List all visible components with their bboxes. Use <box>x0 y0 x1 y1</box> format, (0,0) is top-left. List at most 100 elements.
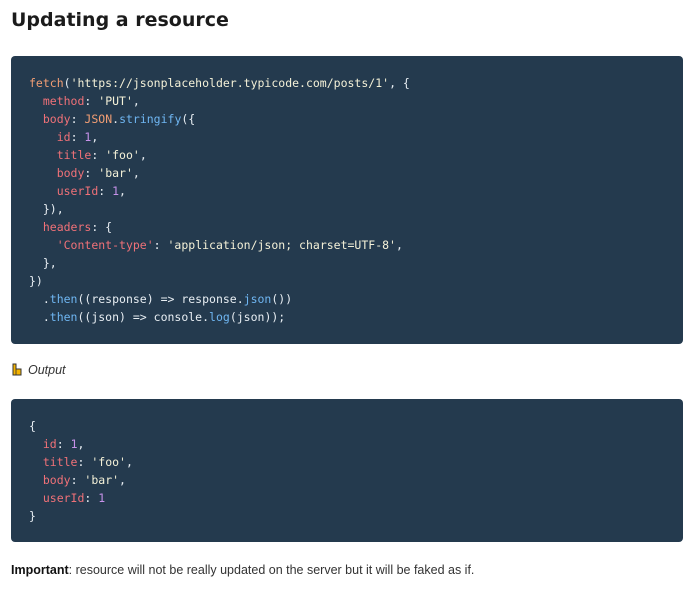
code-token: : <box>70 473 85 487</box>
code-token: , <box>139 148 147 162</box>
code-line: }), <box>29 200 683 218</box>
pointing-hand-icon <box>12 363 22 376</box>
output-label: Output <box>11 363 66 377</box>
code-line: }, <box>29 254 683 272</box>
code-token: : <box>84 491 99 505</box>
code-token: : <box>84 166 99 180</box>
request-code-block[interactable]: fetch('https://jsonplaceholder.typicode.… <box>11 56 683 344</box>
code-token: : <box>153 238 168 252</box>
code-line: id: 1, <box>29 435 683 453</box>
code-token: (json)); <box>229 310 286 324</box>
code-line: userId: 1 <box>29 489 683 507</box>
code-token: , <box>119 184 126 198</box>
code-token: ((response) => response. <box>77 292 244 306</box>
code-token: : { <box>91 220 113 234</box>
output-label-text: Output <box>28 363 66 377</box>
code-token: method <box>42 94 85 108</box>
code-token: then <box>49 310 78 324</box>
code-token: 'foo' <box>105 148 140 162</box>
code-line: fetch('https://jsonplaceholder.typicode.… <box>29 74 683 92</box>
code-token: stringify <box>119 112 182 126</box>
code-token: json <box>243 292 272 306</box>
code-token: 'bar' <box>84 473 120 487</box>
code-token: 'PUT' <box>98 94 133 108</box>
code-token: userId <box>42 491 85 505</box>
code-line: .then((json) => console.log(json)); <box>29 308 683 326</box>
output-code-block[interactable]: { id: 1, title: 'foo', body: 'bar', user… <box>11 399 683 542</box>
page-title: Updating a resource <box>11 9 229 31</box>
code-token: . <box>29 310 50 324</box>
code-token: 'foo' <box>91 455 126 469</box>
code-token: 'bar' <box>98 166 133 180</box>
code-line: } <box>29 507 683 525</box>
code-token: }), <box>29 202 64 216</box>
code-token: ({ <box>181 112 196 126</box>
code-token: : <box>70 112 85 126</box>
code-token: : <box>56 437 71 451</box>
code-token: , <box>132 94 140 108</box>
code-token: , <box>91 130 99 144</box>
code-token: 'application/json; charset=UTF-8' <box>167 238 396 252</box>
code-token: , <box>119 473 126 487</box>
code-token: then <box>49 292 78 306</box>
code-line: id: 1, <box>29 128 683 146</box>
code-token: , <box>395 238 403 252</box>
code-token: }, <box>29 256 57 270</box>
code-token: : <box>70 130 85 144</box>
code-token: , <box>132 166 140 180</box>
important-note: Important: resource will not be really u… <box>11 563 474 577</box>
code-line: method: 'PUT', <box>29 92 683 110</box>
code-line: headers: { <box>29 218 683 236</box>
code-token: body <box>56 166 85 180</box>
code-token: 'Content-type' <box>56 238 154 252</box>
code-token: id <box>56 130 71 144</box>
code-token: 1 <box>98 491 106 505</box>
code-token: 1 <box>112 184 120 198</box>
code-line: body: 'bar', <box>29 164 683 182</box>
code-token: body <box>42 473 71 487</box>
code-token: { <box>29 419 36 433</box>
code-token: JSON <box>84 112 113 126</box>
code-token: ((json) => console. <box>77 310 210 324</box>
code-token: log <box>209 310 230 324</box>
code-line: body: JSON.stringify({ <box>29 110 683 128</box>
code-token: : <box>91 148 106 162</box>
code-token: fetch <box>29 76 64 90</box>
code-line: body: 'bar', <box>29 471 683 489</box>
code-token: title <box>56 148 92 162</box>
code-token: : <box>84 94 99 108</box>
code-token: } <box>29 509 36 523</box>
code-token: 'https://jsonplaceholder.typicode.com/po… <box>70 76 390 90</box>
code-token: body <box>42 112 71 126</box>
code-line: userId: 1, <box>29 182 683 200</box>
code-token: ( <box>63 76 71 90</box>
code-token: id <box>42 437 57 451</box>
code-token: headers <box>42 220 92 234</box>
code-line: title: 'foo', <box>29 453 683 471</box>
code-line: title: 'foo', <box>29 146 683 164</box>
code-token: . <box>29 292 50 306</box>
code-line: 'Content-type': 'application/json; chars… <box>29 236 683 254</box>
code-token: }) <box>29 274 43 288</box>
code-token: title <box>42 455 78 469</box>
code-token: ()) <box>271 292 293 306</box>
code-token: userId <box>56 184 99 198</box>
code-line: }) <box>29 272 683 290</box>
note-text: : resource will not be really updated on… <box>68 563 475 577</box>
code-token: , <box>77 437 85 451</box>
note-strong: Important <box>11 563 69 577</box>
code-token: 1 <box>70 437 78 451</box>
code-token: , { <box>389 76 410 90</box>
